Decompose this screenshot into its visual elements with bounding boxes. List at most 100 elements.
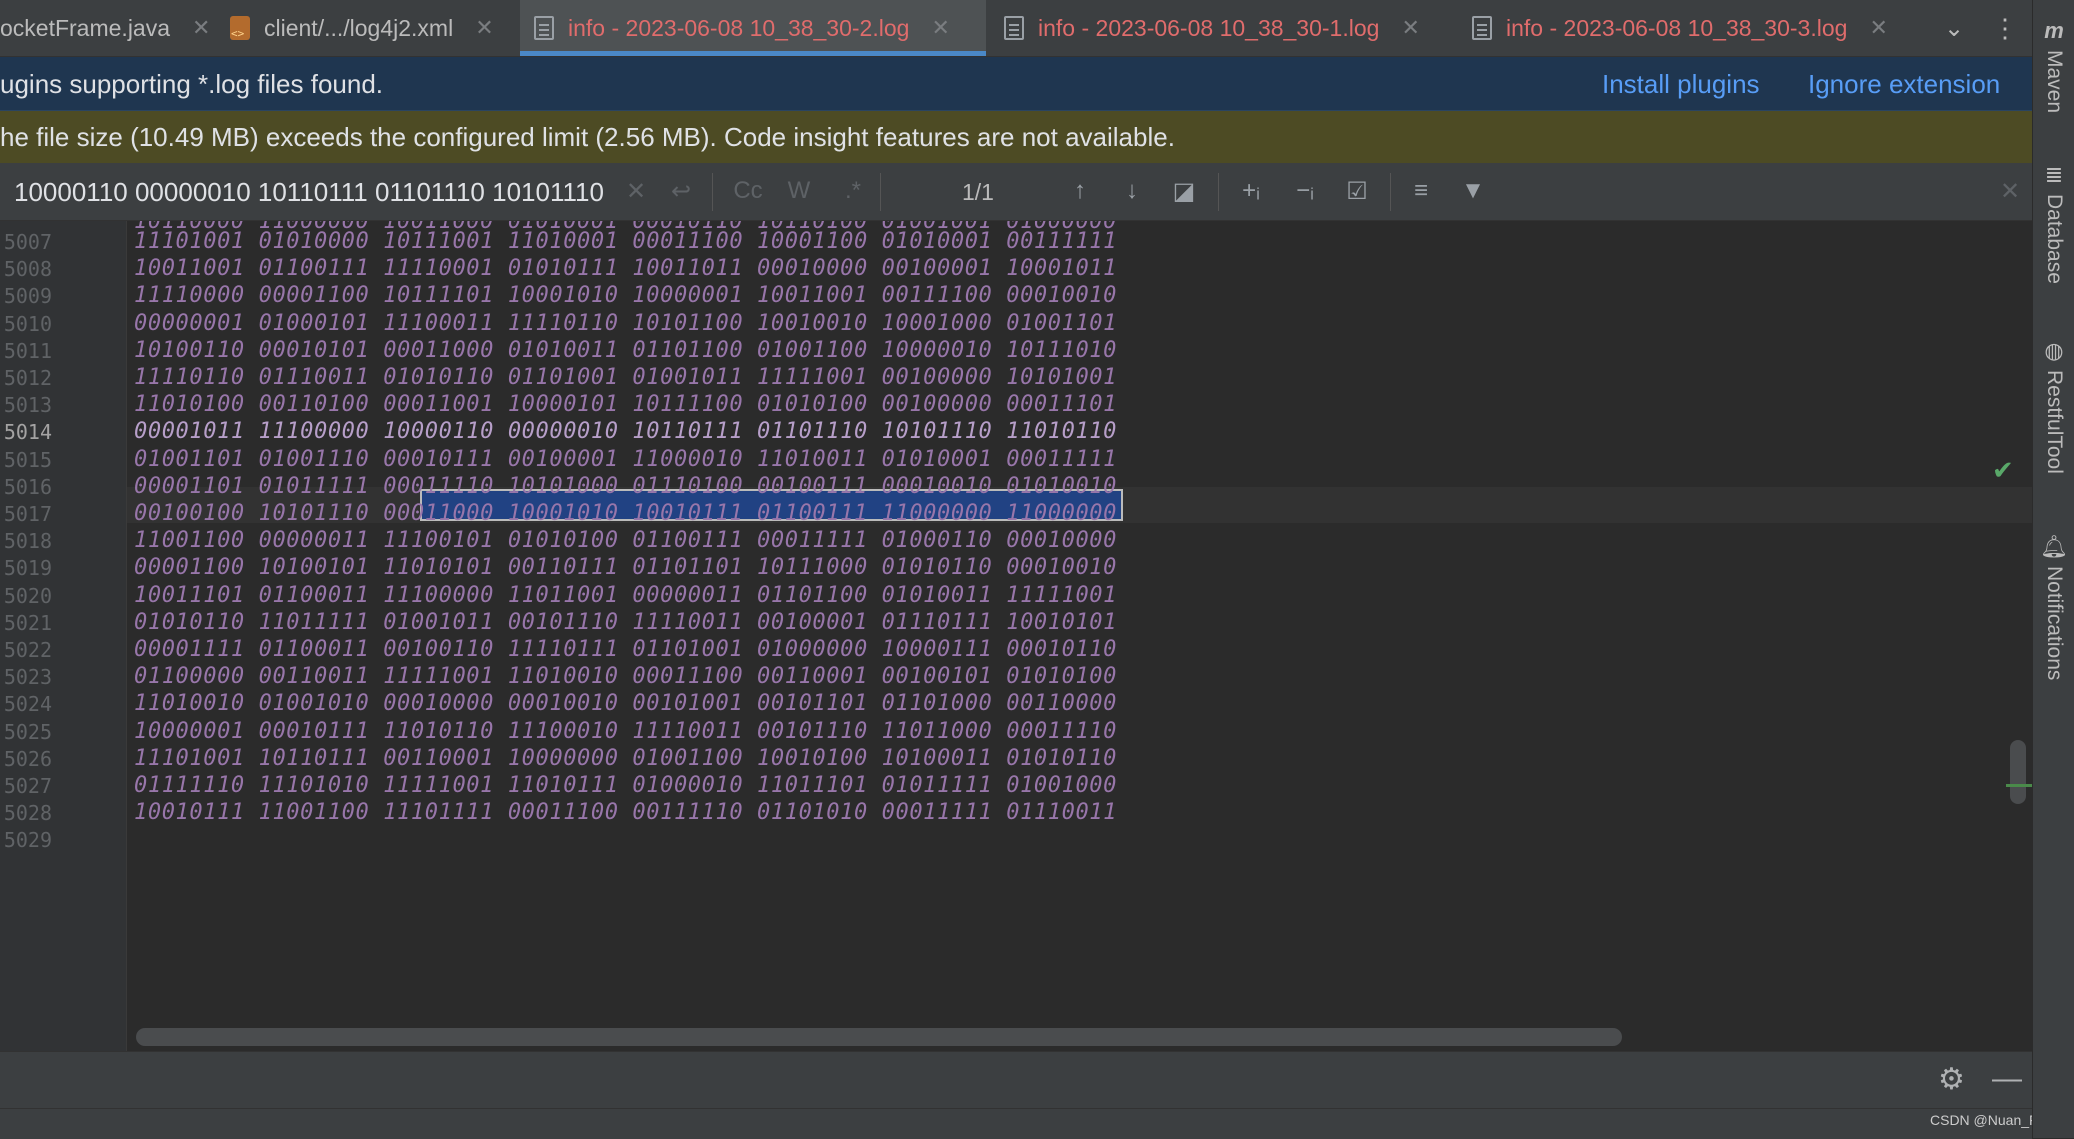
ignore-extension-link[interactable]: Ignore extension (1808, 69, 2000, 100)
database-icon: ≣ (2044, 162, 2064, 187)
tab-info-log-3[interactable]: info - 2023-06-08 10_38_30-3.log ✕ (1472, 0, 1918, 56)
add-selection-icon[interactable]: +ᵢ (1230, 171, 1272, 211)
line-number: 5018 (3, 529, 52, 554)
error-stripe-marker[interactable] (2006, 784, 2032, 787)
line-number: 5007 (3, 230, 52, 254)
line-number: 5026 (3, 746, 52, 771)
tab-label: info - 2023-06-08 10_38_30-1.log (1038, 14, 1380, 41)
code-line: 00001011 11100000 10000110 00000010 1011… (134, 419, 1118, 445)
tab-label: client/.../log4j2.xml (264, 14, 454, 41)
maven-icon: m (2044, 18, 2064, 43)
code-line: 00001111 01100011 00100110 11110111 0110… (134, 637, 1118, 662)
code-line: 11110110 01110011 01010110 01101001 0100… (134, 365, 1118, 390)
sidebar-item-label: RestfulTool (2043, 370, 2066, 474)
editor-tab-bar: ocketFrame.java ✕ client/.../log4j2.xml … (0, 0, 2032, 57)
code-line: 10000001 00010111 11010110 11100010 1111… (134, 718, 1118, 744)
sidebar-item-label: Database (2043, 194, 2066, 284)
code-line: 11010100 00110100 00011001 10000101 1011… (134, 392, 1118, 418)
sidebar-item-notifications[interactable]: 🔔︎ Notifications (2033, 534, 2074, 680)
code-line: 00100100 10101110 00011000 10001010 1001… (134, 501, 1118, 526)
line-number: 5024 (3, 692, 52, 717)
tab-label: ocketFrame.java (0, 14, 171, 41)
horizontal-scrollbar-thumb[interactable] (136, 1028, 1622, 1046)
log-editor[interactable]: 5007 5008 5009 5010 5011 5012 5013 5014 5015 5016… (0, 221, 2032, 1051)
regex-toggle[interactable]: .* (836, 171, 870, 211)
log-file-icon (1004, 16, 1024, 40)
search-input[interactable]: 10000110 00000010 10110111 01101110 1010… (14, 177, 604, 208)
install-plugins-link[interactable]: Install plugins (1602, 69, 1760, 100)
log-file-icon (1472, 16, 1492, 40)
code-line: 10010111 11001100 11101111 00011100 0011… (134, 800, 1118, 826)
plugin-suggestion-banner: ugins supporting *.log files found. Inst… (0, 57, 2032, 111)
tab-label: info - 2023-06-08 10_38_30-3.log (1506, 14, 1848, 41)
sidebar-item-maven[interactable]: m Maven (2033, 18, 2074, 113)
chevron-down-icon[interactable]: ⌄ (1934, 8, 1974, 48)
code-line: 01010110 11011111 01001011 00101110 1111… (134, 609, 1118, 635)
xml-file-icon (230, 16, 250, 40)
tab-log4j2-xml[interactable]: client/.../log4j2.xml ✕ (230, 0, 512, 56)
code-line: 01001101 01001110 00010111 00100001 1100… (134, 446, 1118, 472)
remove-selection-icon[interactable]: −ᵢ (1284, 171, 1326, 211)
close-icon[interactable]: ✕ (475, 15, 493, 41)
status-bar (0, 1108, 2032, 1139)
line-number: 5015 (3, 447, 52, 472)
sidebar-item-restfultool[interactable]: ◍ RestfulTool (2033, 338, 2074, 474)
whole-words-toggle[interactable]: W (782, 171, 816, 211)
clear-search-icon[interactable]: ✕ (622, 171, 650, 211)
close-icon[interactable]: ✕ (192, 15, 210, 41)
gear-icon[interactable]: ⚙ (1938, 1062, 1965, 1097)
line-number: 5023 (3, 665, 52, 690)
line-number: 5014 (3, 420, 52, 445)
previous-occurrence-icon[interactable]: ↑ (1060, 171, 1100, 211)
new-line-icon[interactable]: ↩ (664, 171, 698, 211)
next-occurrence-icon[interactable]: ↓ (1112, 171, 1152, 211)
filter-icon[interactable]: ▼ (1452, 171, 1494, 211)
line-number: 5019 (3, 556, 52, 581)
vertical-scrollbar-thumb[interactable] (2010, 740, 2026, 804)
tab-socketframe-java[interactable]: ocketFrame.java ✕ (0, 0, 216, 56)
close-icon[interactable]: ✕ (1869, 15, 1887, 41)
line-number: 5025 (3, 719, 52, 744)
line-number: 5027 (3, 774, 52, 798)
close-icon[interactable]: ✕ (931, 15, 949, 41)
show-filter-popup-icon[interactable]: ◪ (1164, 171, 1204, 211)
right-tool-sidebar: m Maven ≣ Database ◍ RestfulTool 🔔︎ Noti… (2032, 0, 2074, 1138)
line-number-gutter: 5007 5008 5009 5010 5011 5012 5013 5014 5015 5016… (0, 221, 127, 1051)
line-number: 5009 (3, 284, 52, 309)
line-number: 5017 (3, 502, 52, 526)
sidebar-item-label: Maven (2043, 50, 2066, 114)
globe-icon: ◍ (2044, 338, 2064, 363)
match-case-toggle[interactable]: Cc (728, 171, 768, 211)
line-number: 5021 (3, 610, 52, 635)
tab-info-log-2[interactable]: info - 2023-06-08 10_38_30-2.log ✕ (520, 0, 986, 56)
code-line: 11101001 10110111 00110001 10000000 0100… (134, 745, 1118, 771)
sidebar-item-label: Notifications (2043, 566, 2066, 681)
file-size-warning-banner: he file size (10.49 MB) exceeds the conf… (0, 111, 2032, 163)
code-line: 11110000 00001100 10111101 10001010 1000… (134, 283, 1118, 309)
tab-info-log-1[interactable]: info - 2023-06-08 10_38_30-1.log ✕ (1004, 0, 1450, 56)
code-line: 11101001 01010000 10111001 11010001 0001… (134, 229, 1118, 254)
minimize-icon[interactable]: — (1992, 1062, 2022, 1096)
code-line: 00001101 01011111 00011110 10101000 0111… (134, 473, 1118, 499)
select-all-occurrences-icon[interactable]: ☑ (1336, 171, 1378, 211)
sidebar-item-database[interactable]: ≣ Database (2033, 162, 2074, 284)
close-find-bar-icon[interactable]: ✕ (1996, 171, 2024, 211)
kebab-menu-icon[interactable]: ⋮ (1990, 8, 2020, 48)
close-icon[interactable]: ✕ (1401, 15, 1419, 41)
file-size-warning-message: he file size (10.49 MB) exceeds the conf… (0, 122, 1175, 152)
line-number: 5022 (3, 638, 52, 662)
line-number: 5008 (3, 257, 52, 282)
check-icon: ✔ (1992, 455, 2014, 485)
code-line: 00000001 01000101 11100011 11110110 1010… (134, 310, 1118, 336)
tab-label: info - 2023-06-08 10_38_30-2.log (568, 14, 910, 41)
code-line: 10100110 00010101 00011000 01010011 0110… (134, 337, 1118, 363)
line-number: 5012 (3, 366, 52, 390)
code-line: 10011101 01100011 11100000 11011001 0000… (134, 582, 1118, 608)
match-count: 1/1 (962, 179, 994, 205)
bottom-tool-strip (0, 1051, 2032, 1109)
code-line: 00001100 10100101 11010101 00110111 0110… (134, 555, 1118, 581)
line-number: 5010 (3, 311, 52, 336)
open-in-window-icon[interactable]: ≡ (1400, 171, 1442, 211)
find-bar: 10000110 00000010 10110111 01101110 1010… (0, 163, 2032, 221)
log-file-icon (534, 16, 554, 40)
